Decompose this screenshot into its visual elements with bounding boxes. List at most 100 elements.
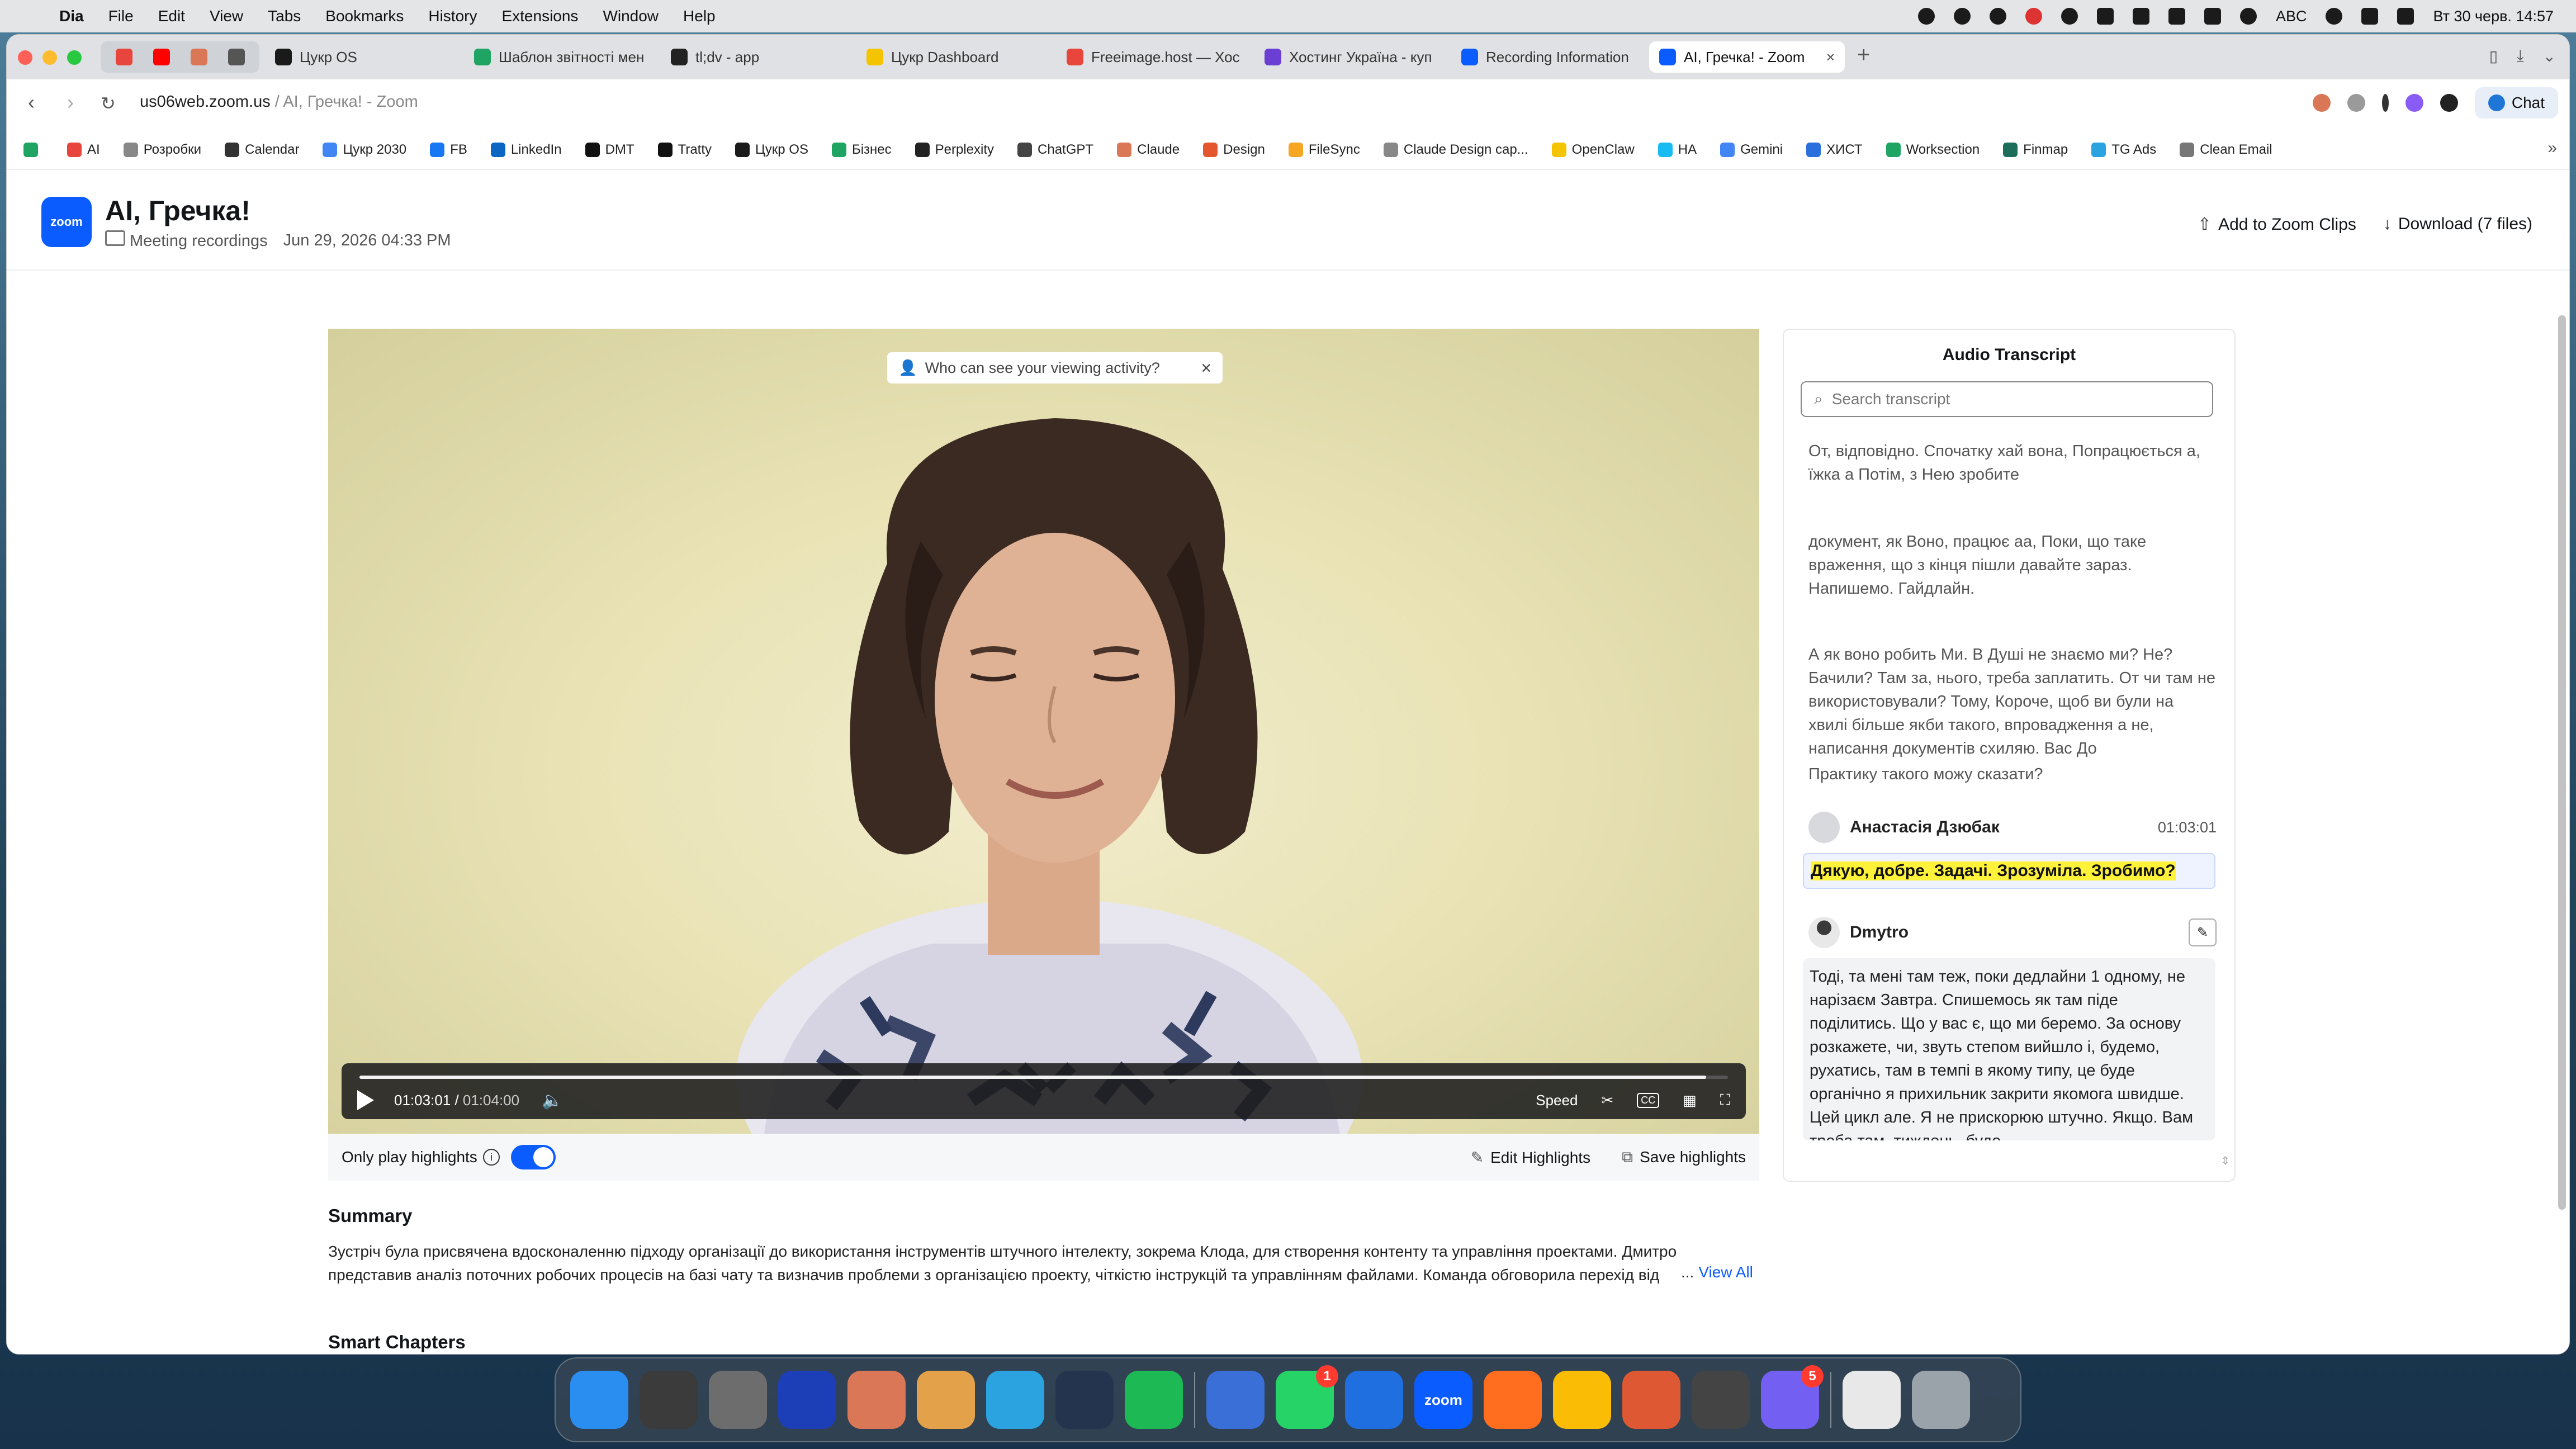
menu-tabs[interactable]: Tabs bbox=[268, 7, 301, 25]
scissors-icon[interactable]: ✂ bbox=[1601, 1092, 1613, 1109]
bookmark-item[interactable]: FileSync bbox=[1288, 142, 1360, 158]
transcript-paragraph[interactable]: А як воно робить Ми. В Душі не знаємо ми… bbox=[1808, 643, 2217, 760]
dock-app-weather-icon[interactable] bbox=[917, 1371, 975, 1429]
info-icon[interactable] bbox=[2381, 94, 2389, 112]
shield-status-icon[interactable] bbox=[1989, 8, 2006, 25]
browser-tab[interactable]: Цукр Dashboard bbox=[856, 41, 1046, 73]
tab-overflow-icon[interactable]: ⌄ bbox=[2543, 47, 2556, 65]
gmail-pinned-tab[interactable] bbox=[115, 49, 132, 65]
bookmark-item[interactable]: Цукр 2030 bbox=[323, 142, 406, 158]
back-icon[interactable]: ‹ bbox=[28, 91, 35, 114]
bookmark-item[interactable]: Worksection bbox=[1886, 142, 1980, 158]
bookmark-item[interactable]: TG Ads bbox=[2091, 142, 2156, 158]
layout-icon[interactable]: ▦ bbox=[1683, 1092, 1697, 1109]
dock-app-zoom-icon[interactable]: zoom bbox=[1414, 1371, 1472, 1429]
volume-icon[interactable]: 🔈 bbox=[542, 1091, 562, 1110]
bookmark-item[interactable] bbox=[23, 142, 44, 157]
viewing-activity-notice[interactable]: 👤 Who can see your viewing activity? × bbox=[887, 352, 1223, 383]
sidebar-icon[interactable]: ▯ bbox=[2489, 47, 2498, 65]
clipboard-status-icon[interactable] bbox=[2204, 8, 2221, 25]
flame-status-icon[interactable] bbox=[2025, 8, 2042, 25]
dock-app-chrome-icon[interactable] bbox=[1553, 1371, 1611, 1429]
info-icon[interactable]: i bbox=[482, 1149, 500, 1166]
display-status-icon[interactable] bbox=[2168, 8, 2185, 25]
dock-app-trash-icon[interactable] bbox=[1912, 1371, 1970, 1429]
bookmark-item[interactable]: Gemini bbox=[1720, 142, 1783, 158]
bookmark-item[interactable]: LinkedIn bbox=[490, 142, 562, 158]
bookmark-item[interactable]: Бізнес bbox=[831, 142, 892, 158]
speaker-timestamp[interactable]: 01:03:01 bbox=[2158, 819, 2217, 836]
dock-app-system-settings-icon[interactable] bbox=[709, 1371, 767, 1429]
browser-tab[interactable]: Цукр OS bbox=[265, 41, 455, 73]
browser-tab[interactable]: Recording Information bbox=[1451, 41, 1641, 73]
captions-icon[interactable]: CC bbox=[1637, 1092, 1660, 1108]
menu-help[interactable]: Help bbox=[683, 7, 716, 25]
dock-app-cloud-icon[interactable] bbox=[1055, 1371, 1114, 1429]
dark-mode-icon[interactable] bbox=[2440, 94, 2458, 112]
speed-button[interactable]: Speed bbox=[1536, 1092, 1578, 1109]
claude-extension-icon[interactable] bbox=[2312, 94, 2331, 112]
transcript-scrollbar[interactable]: ⇕ bbox=[2220, 1154, 2230, 1168]
new-tab-button[interactable]: + bbox=[1857, 42, 1870, 68]
zoom-status-icon[interactable] bbox=[2096, 8, 2114, 25]
browser-tab[interactable]: Шаблон звітності мен bbox=[464, 41, 654, 73]
battery-icon[interactable] bbox=[2361, 8, 2379, 25]
dock-app-safari-icon[interactable] bbox=[1345, 1371, 1403, 1429]
view-all-link[interactable]: ... View All bbox=[1675, 1263, 1753, 1281]
dock-app-telegram-icon[interactable] bbox=[986, 1371, 1044, 1429]
bookmark-item[interactable]: Finmap bbox=[2003, 142, 2068, 158]
dock-app-things-icon[interactable] bbox=[778, 1371, 836, 1429]
transcript-search-input[interactable]: ⌕ Search transcript bbox=[1801, 381, 2213, 417]
chat-button[interactable]: Chat bbox=[2474, 87, 2558, 119]
bookmark-item[interactable]: Design bbox=[1203, 142, 1265, 158]
extension-icon[interactable] bbox=[2405, 94, 2423, 112]
menu-history[interactable]: History bbox=[428, 7, 477, 25]
star-status-icon[interactable] bbox=[2061, 8, 2078, 25]
browser-tab[interactable]: Freeimage.host — Хос bbox=[1057, 41, 1247, 73]
dock-app-claude-icon[interactable] bbox=[847, 1371, 906, 1429]
menu-file[interactable]: File bbox=[108, 7, 134, 25]
bookmark-item[interactable]: ChatGPT bbox=[1017, 142, 1093, 158]
bookmark-item[interactable]: FB bbox=[430, 142, 467, 158]
bookmark-item[interactable]: Perplexity bbox=[915, 142, 994, 158]
save-highlights-button[interactable]: ⧉ Save highlights bbox=[1622, 1148, 1746, 1167]
menu-window[interactable]: Window bbox=[603, 7, 659, 25]
play-status-icon[interactable] bbox=[2239, 8, 2257, 25]
control-center-icon[interactable] bbox=[2397, 8, 2414, 25]
camera-icon[interactable] bbox=[2347, 94, 2365, 112]
transcript-paragraph[interactable]: От, відповідно. Спочатку хай вона, Попра… bbox=[1808, 439, 2217, 486]
forward-icon[interactable]: › bbox=[67, 91, 74, 114]
current-transcript-line[interactable]: Дякую, добре. Задачі. Зрозуміла. Зробимо… bbox=[1803, 853, 2215, 889]
download-button[interactable]: ↓ Download (7 files) bbox=[2383, 215, 2532, 234]
reload-icon[interactable]: ↻ bbox=[101, 93, 116, 114]
dock-app-whatsapp-icon[interactable]: 1 bbox=[1276, 1365, 1338, 1429]
bookmark-item[interactable]: ХИСТ bbox=[1806, 142, 1863, 158]
downloads-icon[interactable]: ⤓ bbox=[2517, 47, 2523, 65]
dock-app-launchpad-icon[interactable] bbox=[640, 1371, 698, 1429]
bookmark-item[interactable]: OpenClaw bbox=[1551, 142, 1635, 158]
transcript-paragraph[interactable]: документ, як Воно, працює аа, Поки, що т… bbox=[1808, 530, 2217, 600]
zoom-logo[interactable]: zoom bbox=[41, 197, 92, 247]
add-to-zoom-clips-button[interactable]: ⇧ Add to Zoom Clips bbox=[2198, 215, 2356, 234]
edit-highlights-button[interactable]: ✎ Edit Highlights bbox=[1471, 1148, 1590, 1167]
menu-edit[interactable]: Edit bbox=[158, 7, 185, 25]
fullscreen-icon[interactable]: ⛶ bbox=[1720, 1091, 1730, 1109]
input-source[interactable]: ABC bbox=[2276, 8, 2307, 25]
menu-extensions[interactable]: Extensions bbox=[501, 7, 578, 25]
progress-bar[interactable] bbox=[359, 1076, 1728, 1079]
zoom-window-button[interactable] bbox=[67, 50, 82, 65]
minimize-window-button[interactable] bbox=[42, 50, 57, 65]
play-icon[interactable] bbox=[357, 1090, 374, 1110]
check-status-icon[interactable] bbox=[1953, 8, 1971, 25]
browser-tab[interactable]: AI, Гречка! - Zoom × bbox=[1649, 41, 1845, 73]
bookmark-item[interactable]: HA bbox=[1658, 142, 1697, 158]
bookmark-item[interactable]: Tratty bbox=[657, 142, 712, 158]
dock-app-downloads-icon[interactable] bbox=[1843, 1371, 1901, 1429]
menu-view[interactable]: View bbox=[210, 7, 243, 25]
transcript-paragraph[interactable]: Тоді, та мені там теж, поки дедлайни 1 о… bbox=[1803, 958, 2215, 1140]
browser-tab[interactable]: tl;dv - app bbox=[661, 41, 851, 73]
wifi-icon[interactable] bbox=[2326, 8, 2343, 25]
menu-app-name[interactable]: Dia bbox=[59, 7, 84, 25]
dock-app-duckduckgo-icon[interactable] bbox=[1622, 1371, 1680, 1429]
calendar-pinned-tab[interactable] bbox=[228, 49, 245, 65]
